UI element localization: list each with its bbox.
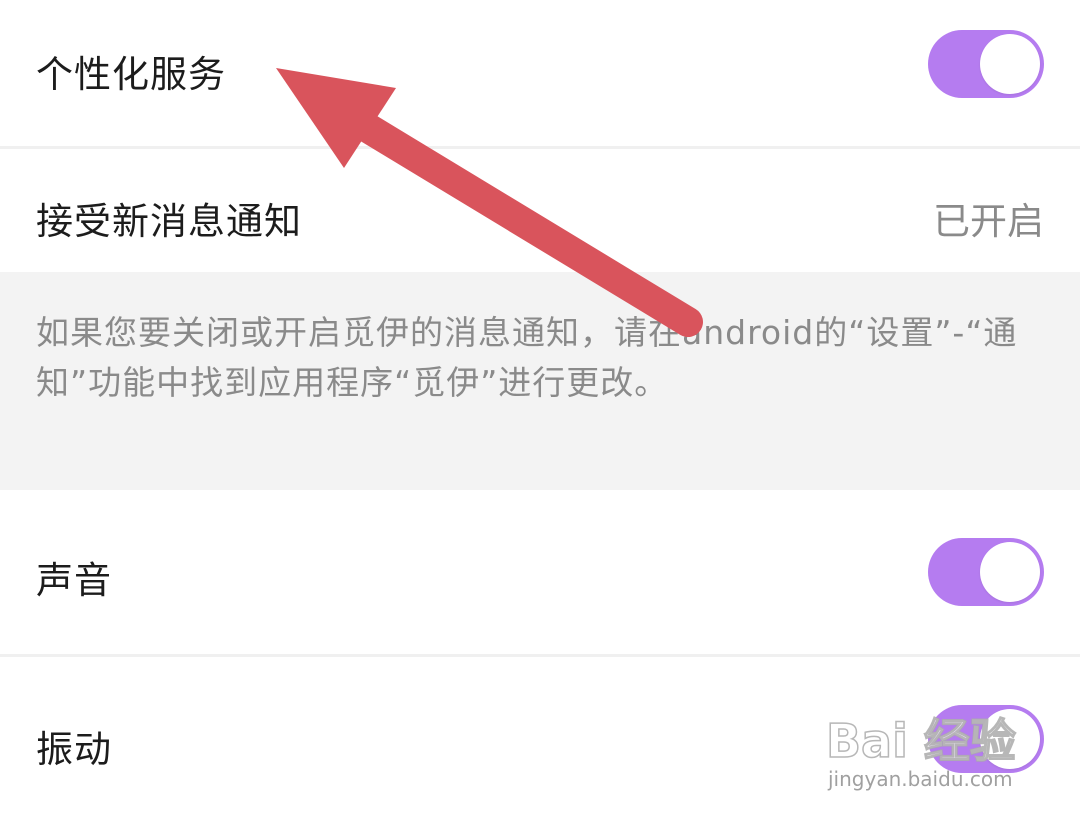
toggle-knob: [980, 34, 1040, 94]
personalized-service-toggle[interactable]: [928, 30, 1044, 98]
setting-row-new-message-notification[interactable]: 接受新消息通知 已开启: [0, 149, 1080, 272]
note-text: 如果您要关闭或开启觅伊的消息通知，请在android的“设置”-“通知”功能中找…: [36, 313, 1018, 402]
setting-row-personalized-service[interactable]: 个性化服务: [0, 0, 1080, 146]
setting-label-personalized-service: 个性化服务: [36, 53, 226, 96]
toggle-knob: [980, 542, 1040, 602]
setting-label-vibration: 振动: [36, 728, 112, 771]
sound-toggle[interactable]: [928, 538, 1044, 606]
setting-row-vibration[interactable]: 振动: [0, 657, 1080, 824]
setting-row-sound[interactable]: 声音: [0, 490, 1080, 654]
notification-info-note: 如果您要关闭或开启觅伊的消息通知，请在android的“设置”-“通知”功能中找…: [0, 272, 1080, 490]
setting-label-new-message-notification: 接受新消息通知: [36, 200, 302, 243]
notification-status-value: 已开启: [933, 200, 1044, 243]
toggle-knob: [980, 709, 1040, 769]
setting-label-sound: 声音: [36, 559, 112, 602]
vibration-toggle[interactable]: [928, 705, 1044, 773]
settings-screen: 个性化服务 接受新消息通知 已开启 如果您要关闭或开启觅伊的消息通知，请在and…: [0, 0, 1080, 824]
